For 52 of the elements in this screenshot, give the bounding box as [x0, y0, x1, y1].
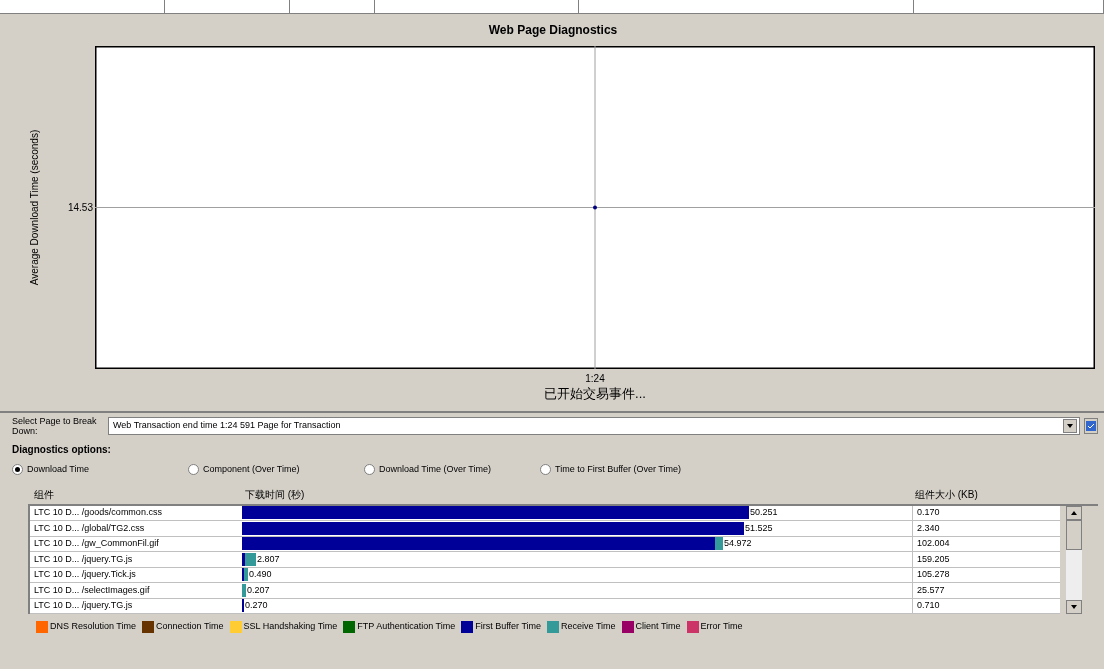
y-axis-label: Average Download Time (seconds): [28, 129, 42, 286]
table-cell: 0.710: [912, 598, 940, 613]
table-cell: 102.004: [912, 536, 950, 551]
table-cell: 2.807: [256, 552, 280, 566]
table-cell: 2.340: [912, 521, 940, 536]
table-cell-text: LTC 10 D... /gw_CommonFil.gif: [33, 537, 160, 550]
table-cell-text: LTC 10 D... /goods/common.css: [33, 506, 163, 519]
up-arrow-icon: [1071, 510, 1077, 515]
radio-option[interactable]: Download Time: [12, 463, 188, 477]
legend-label: SSL Handshaking Time: [243, 620, 338, 633]
column-header: 下载时间 (秒): [245, 487, 306, 502]
radio-option[interactable]: Component (Over Time): [188, 463, 364, 477]
chart-title: Web Page Diagnostics: [487, 22, 619, 39]
legend-label: DNS Resolution Time: [50, 620, 137, 633]
table-cell-text: LTC 10 D... /selectImages.gif: [33, 583, 151, 597]
table-cell: 25.577: [912, 583, 945, 598]
legend-label: Client Time: [635, 620, 681, 633]
table-cell: 0.207: [246, 583, 270, 597]
table-cell-text: 0.270: [244, 599, 268, 612]
radio-button[interactable]: [540, 464, 551, 476]
table-cell-text: LTC 10 D... /jquery.TG.js: [33, 599, 134, 612]
apply-button[interactable]: [1084, 418, 1098, 434]
radio-button[interactable]: [364, 464, 375, 476]
down-arrow-icon: [1071, 605, 1077, 609]
table-cell: 105.278: [912, 567, 950, 582]
radio-button[interactable]: [188, 464, 199, 476]
legend-label: First Buffer Time: [475, 620, 542, 633]
table-cell-text: 50.251: [749, 506, 778, 519]
scrollbar[interactable]: [1066, 505, 1082, 614]
table-cell-text: LTC 10 D... /jquery.Tick.js: [33, 568, 137, 581]
table-cell-text: 54.972: [723, 537, 752, 550]
options-title: Diagnostics options:: [12, 443, 112, 457]
table-cell: 51.525: [744, 521, 773, 535]
radio-option[interactable]: Time to First Buffer (Over Time): [540, 463, 716, 477]
legend-label: Error Time: [700, 620, 743, 633]
table-cell: 0.170: [912, 505, 940, 520]
legend-label: Receive Time: [561, 620, 616, 633]
table-cell-text: 0.490: [248, 568, 272, 581]
y-tick-label: 14.53: [67, 201, 93, 215]
x-tick-label: 1:24: [585, 372, 605, 386]
table-cell-text: LTC 10 D... /global/TG2.css: [33, 521, 146, 535]
legend-label: Connection Time: [156, 620, 224, 633]
legend-label: FTP Authentication Time: [357, 620, 456, 633]
select-page-label: Select Page to Break Down:: [12, 416, 98, 436]
radio-button[interactable]: [12, 464, 23, 476]
radio-option[interactable]: Download Time (Over Time): [364, 463, 540, 477]
table-cell: 159.205: [912, 552, 950, 567]
table-cell-text: LTC 10 D... /jquery.TG.js: [33, 552, 134, 566]
x-axis-label: 已开始交易事件...: [544, 386, 646, 402]
page-dropdown[interactable]: Web Transaction end time 1:24 591 Page for Transaction: [108, 417, 1080, 435]
column-header: 组件大小 (KB): [915, 487, 978, 502]
column-header: 组件: [34, 487, 55, 502]
